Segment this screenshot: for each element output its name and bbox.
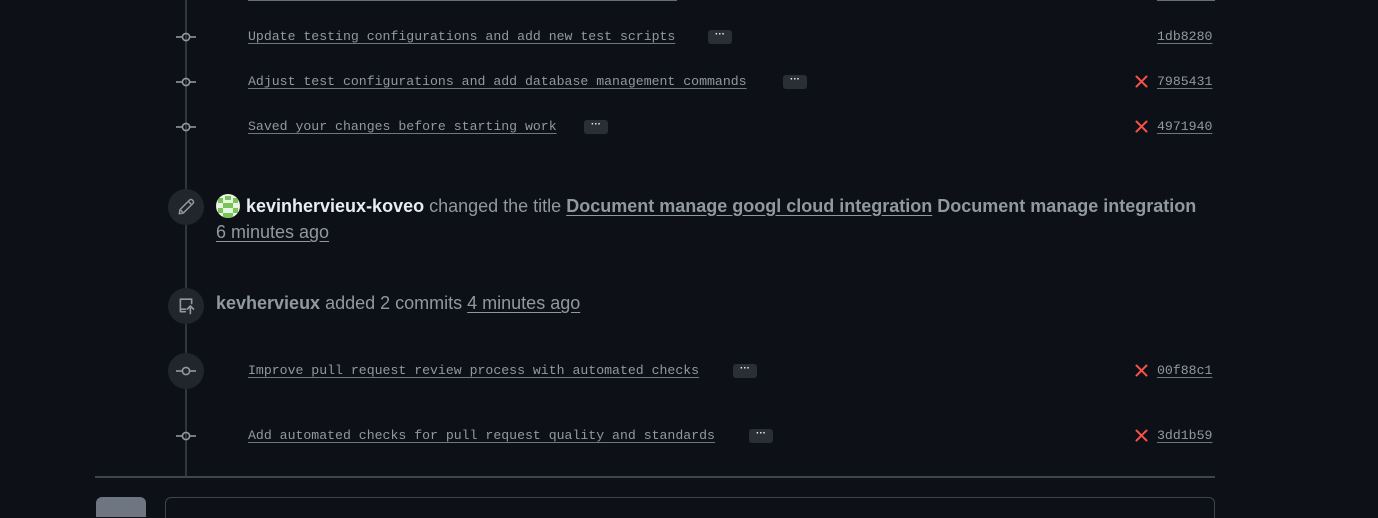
expand-commit-button[interactable]: ···	[783, 75, 807, 89]
commit-message-link[interactable]: Improve pull request review process with…	[248, 363, 699, 378]
commits-added-event: kevhervieux added 2 commits 4 minutes ag…	[216, 293, 580, 314]
timestamp-link[interactable]: 4 minutes ago	[467, 293, 580, 314]
actor-link[interactable]: kevinhervieux-koveo	[246, 196, 424, 217]
timeline-divider	[95, 476, 1215, 478]
previous-sha-underline	[1157, 0, 1215, 1]
commit-message-link[interactable]: Saved your changes before starting work	[248, 119, 557, 134]
repo-push-icon	[168, 288, 204, 324]
expand-commit-button[interactable]: ···	[708, 30, 732, 44]
title-change-event: kevinhervieux-koveo changed the title Do…	[216, 194, 1196, 218]
check-failed-icon[interactable]	[1135, 429, 1148, 442]
timestamp-link[interactable]: 6 minutes ago	[216, 222, 329, 243]
commit-message-link[interactable]: Add automated checks for pull request qu…	[248, 428, 715, 443]
git-commit-icon	[168, 353, 204, 389]
git-commit-icon	[176, 31, 196, 43]
new-title-text: Document manage integration	[937, 195, 1197, 216]
commit-sha-link[interactable]: 4971940	[1157, 119, 1212, 134]
expand-commit-button[interactable]: ···	[733, 364, 757, 378]
expand-commit-button[interactable]: ···	[584, 120, 608, 134]
previous-commit-underline	[248, 0, 677, 1]
git-commit-icon	[176, 76, 196, 88]
check-failed-icon[interactable]	[1135, 75, 1148, 88]
title-event-time-row: 6 minutes ago	[216, 222, 329, 243]
git-commit-icon	[176, 430, 196, 442]
commit-sha-link[interactable]: 1db8280	[1157, 29, 1212, 44]
commit-sha-link[interactable]: 00f88c1	[1157, 363, 1212, 378]
actor-link[interactable]: kevhervieux	[216, 293, 320, 314]
old-title-text: Document manage googl cloud integration	[566, 195, 933, 216]
current-user-avatar	[96, 497, 146, 517]
commit-sha-link[interactable]: 3dd1b59	[1157, 428, 1212, 443]
event-action-text: changed the title	[429, 195, 562, 216]
expand-commit-button[interactable]: ···	[749, 429, 773, 443]
check-failed-icon[interactable]	[1135, 364, 1148, 377]
pencil-icon	[168, 189, 204, 225]
git-commit-icon	[176, 121, 196, 133]
timeline-line	[185, 0, 187, 476]
comment-box[interactable]	[165, 497, 1215, 518]
commit-sha-link[interactable]: 7985431	[1157, 74, 1212, 89]
avatar[interactable]	[216, 194, 240, 218]
event-action-text: added 2 commits	[325, 293, 463, 313]
commit-message-link[interactable]: Update testing configurations and add ne…	[248, 29, 675, 44]
commit-message-link[interactable]: Adjust test configurations and add datab…	[248, 74, 747, 89]
check-failed-icon[interactable]	[1135, 120, 1148, 133]
